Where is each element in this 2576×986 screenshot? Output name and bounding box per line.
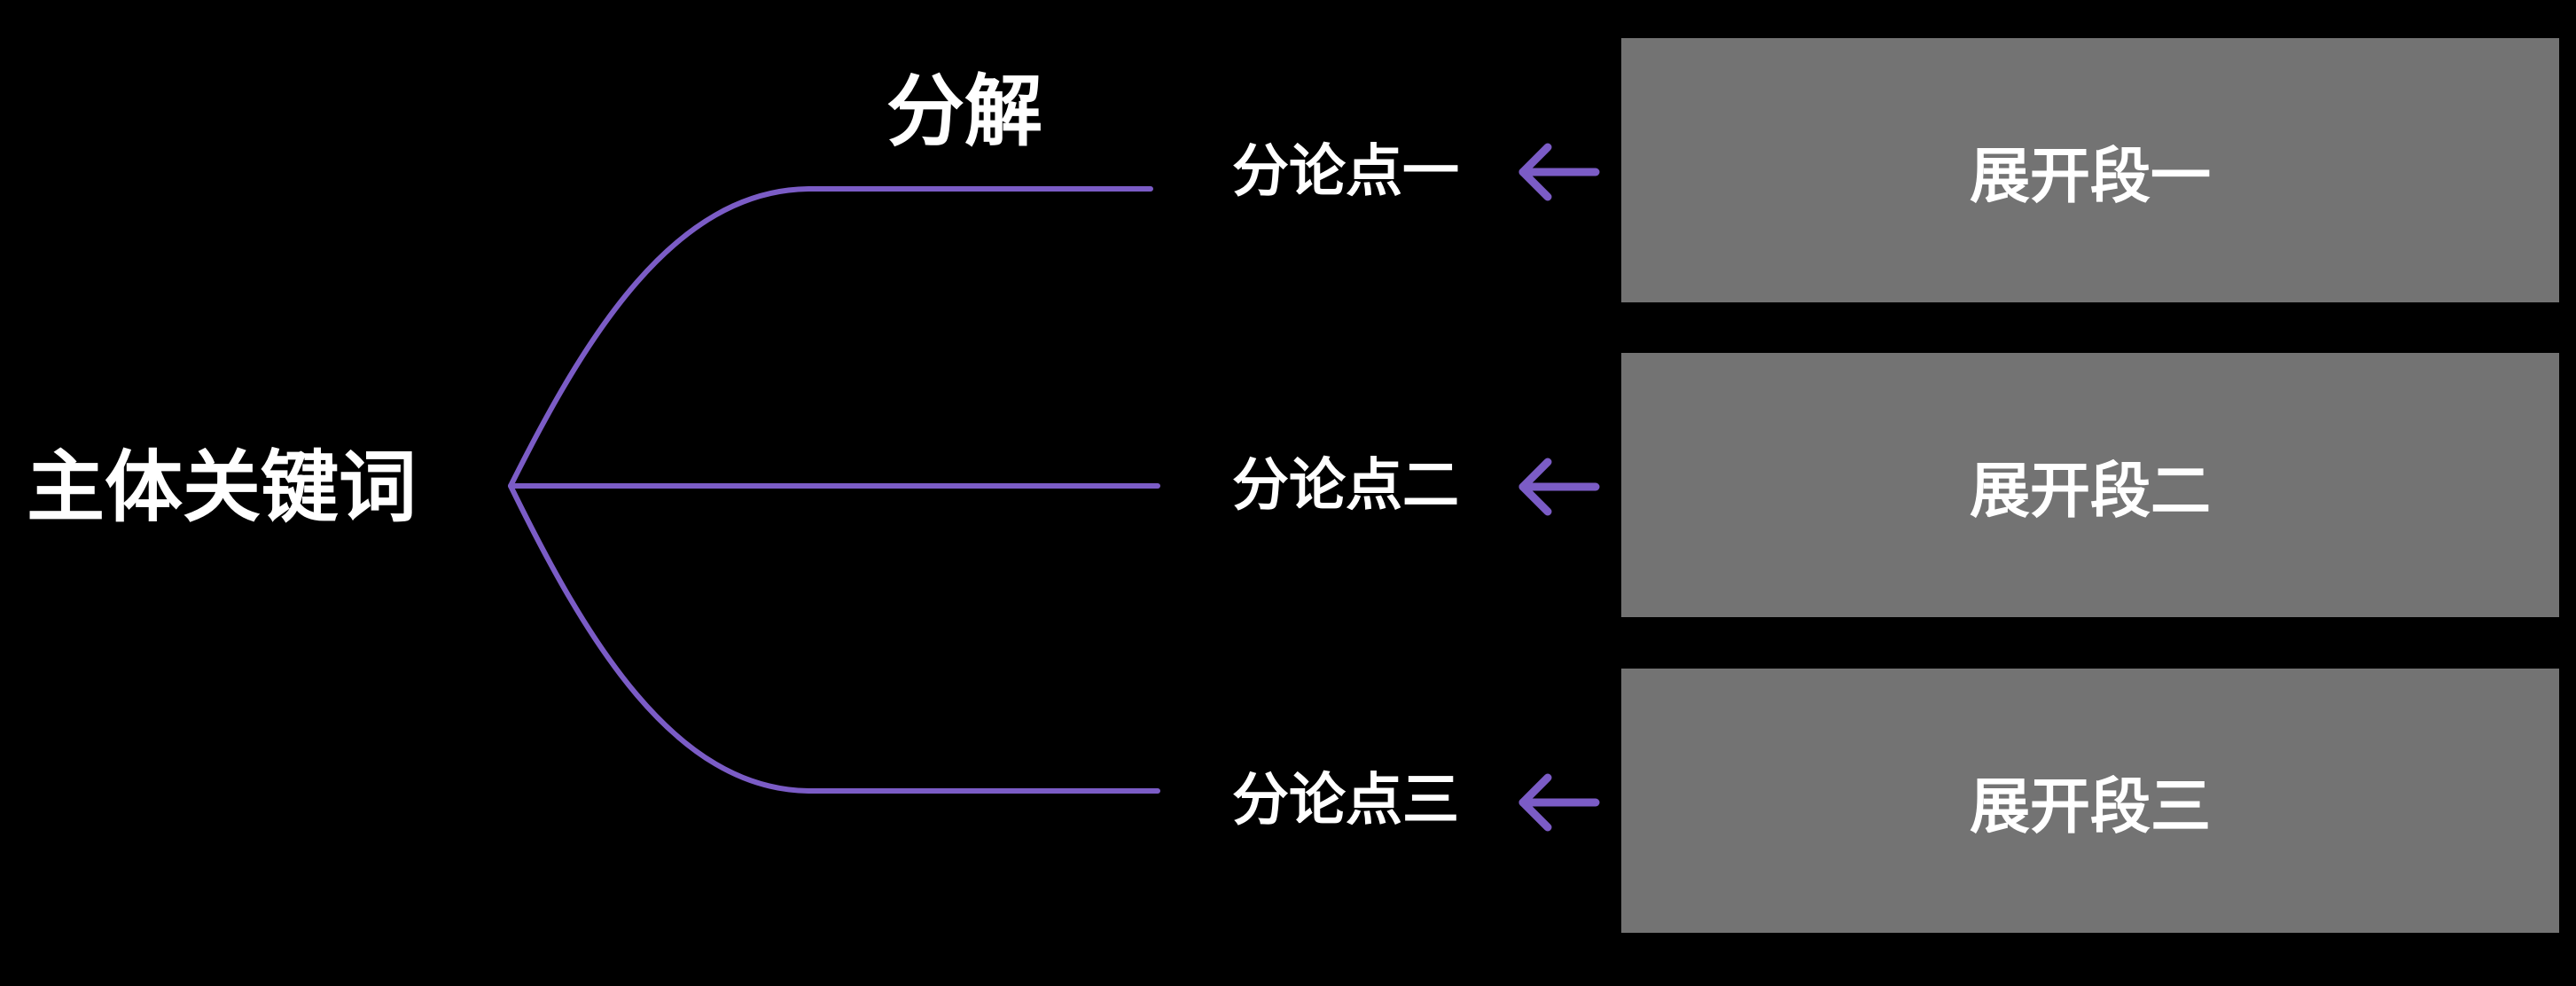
expansion-box-2: 展开段二 <box>1621 353 2559 617</box>
expansion-label-2: 展开段二 <box>1969 456 2211 527</box>
decompose-label: 分解 <box>886 66 1043 157</box>
sub-point-1: 分论点一 <box>1232 139 1459 205</box>
expansion-box-1: 展开段一 <box>1621 38 2559 302</box>
expansion-label-1: 展开段一 <box>1969 141 2211 212</box>
expansion-label-3: 展开段三 <box>1969 771 2211 842</box>
arrow-left-icon <box>1518 458 1600 516</box>
expansion-box-3: 展开段三 <box>1621 669 2559 933</box>
arrow-left-icon <box>1518 143 1600 201</box>
branch-line-3 <box>508 483 1160 794</box>
arrow-left-icon <box>1518 773 1600 832</box>
branch-line-1 <box>508 186 1153 489</box>
diagram-canvas: 主体关键词 分解 分论点一 分论点二 分论点三 展开段一 展开段二 展开段三 <box>0 0 2576 986</box>
sub-point-3: 分论点三 <box>1232 768 1459 833</box>
main-keyword: 主体关键词 <box>27 442 418 533</box>
sub-point-2: 分论点二 <box>1232 453 1459 519</box>
